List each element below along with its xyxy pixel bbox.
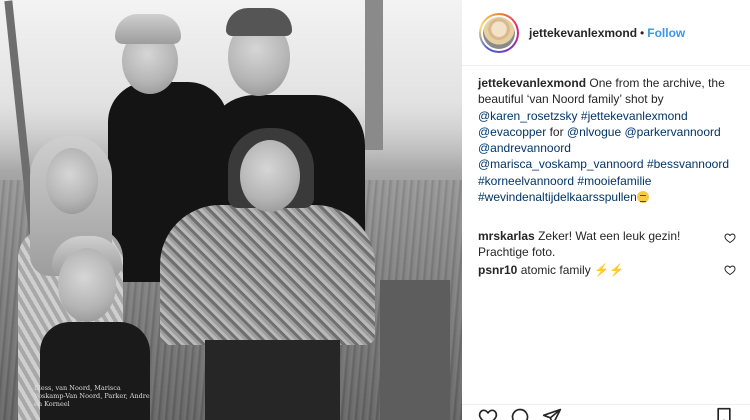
- header-username[interactable]: jettekevanlexmond: [529, 26, 637, 40]
- share-icon[interactable]: [542, 407, 562, 420]
- mention-link[interactable]: @nlvogue: [567, 125, 621, 139]
- caption-text: jettekevanlexmond One from the archive, …: [478, 75, 733, 205]
- mention-link[interactable]: @parkervannoord: [624, 125, 720, 139]
- separator-dot: •: [640, 25, 645, 40]
- comment-text: atomic family: [520, 263, 591, 277]
- heart-icon[interactable]: [724, 232, 736, 244]
- mention-link[interactable]: @andrevannoord: [478, 141, 571, 155]
- caption-username[interactable]: jettekevanlexmond: [478, 76, 586, 90]
- story-ring[interactable]: [479, 12, 519, 53]
- hashtag-link[interactable]: #wevindenaltijdelkaarsspullen: [478, 190, 637, 204]
- bookmark-icon[interactable]: [714, 407, 734, 420]
- post-side-panel: jettekevanlexmond • Follow jettekevanlexmo…: [462, 0, 750, 420]
- mention-link[interactable]: @karen_rosetzsky: [478, 109, 578, 123]
- header-text: jettekevanlexmond • Follow: [529, 26, 685, 40]
- lightning-emoji: ⚡⚡: [594, 263, 624, 277]
- mention-link[interactable]: @evacopper: [478, 125, 546, 139]
- photo-caption: Bless, van Noord, Marisca Voskamp-Van No…: [34, 384, 150, 408]
- comment-item: psnr10 atomic family ⚡⚡: [478, 262, 733, 278]
- heart-icon[interactable]: [478, 407, 498, 420]
- comment-username[interactable]: psnr10: [478, 263, 517, 277]
- comment-username[interactable]: mrskarlas: [478, 229, 535, 243]
- heart-icon[interactable]: [724, 264, 736, 276]
- post-photo[interactable]: Bless, van Noord, Marisca Voskamp-Van No…: [0, 0, 462, 420]
- action-bar: [462, 404, 750, 420]
- post-caption: jettekevanlexmond One from the archive, …: [478, 75, 733, 205]
- avatar[interactable]: [483, 16, 515, 49]
- hashtag-link[interactable]: #korneelvannoord: [478, 174, 574, 188]
- post-header: jettekevanlexmond • Follow: [462, 0, 750, 66]
- wooden-post: [380, 280, 450, 420]
- comment-icon[interactable]: [510, 407, 530, 420]
- follow-button[interactable]: Follow: [647, 26, 685, 40]
- mention-link[interactable]: @marisca_voskamp_vannoord: [478, 157, 644, 171]
- wooden-post: [365, 0, 383, 150]
- hashtag-link[interactable]: #mooiefamilie: [577, 174, 651, 188]
- comment-item: mrskarlas Zeker! Wat een leuk gezin! Pra…: [478, 228, 733, 261]
- hashtag-link[interactable]: #jettekevanlexmond: [581, 109, 688, 123]
- caption-text-fragment: for: [546, 124, 567, 139]
- grimace-emoji: [636, 191, 649, 204]
- hashtag-link[interactable]: #bessvannoord: [647, 157, 729, 171]
